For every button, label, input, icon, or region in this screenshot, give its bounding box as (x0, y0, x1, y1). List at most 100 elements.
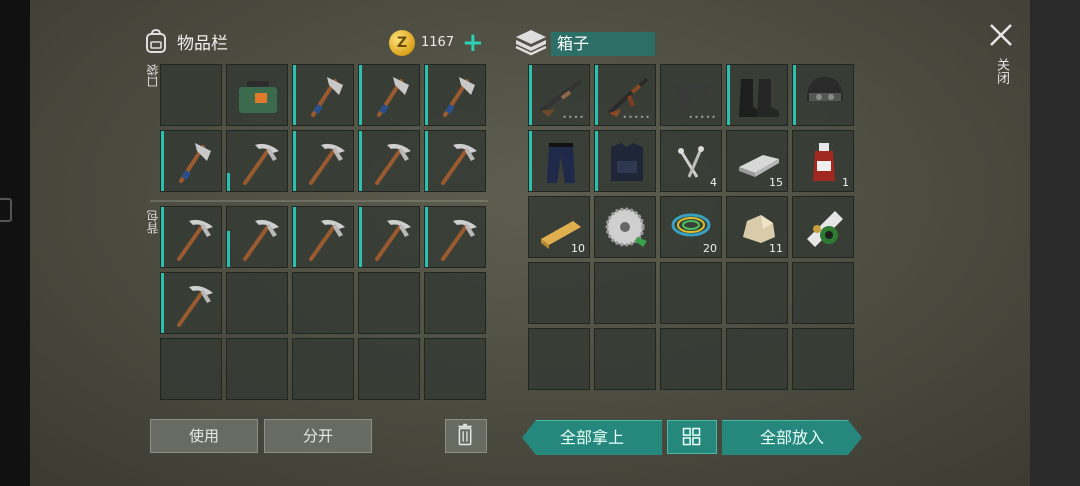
pocket-grid (160, 64, 486, 192)
ammo-crate-icon (239, 81, 277, 113)
take-all-button[interactable]: 全部拿上 (522, 420, 662, 455)
backpack-slot[interactable] (424, 338, 486, 400)
pocket-slot[interactable] (358, 64, 420, 126)
box-slot[interactable]: ••••• (594, 64, 656, 126)
axe-icon (311, 77, 343, 117)
backpack-slot[interactable] (424, 206, 486, 268)
backpack-slot[interactable] (226, 272, 288, 334)
box-slot[interactable] (792, 262, 854, 324)
durability-bar (161, 131, 164, 191)
screen-edge-right (1030, 0, 1080, 486)
box-slot[interactable] (792, 64, 854, 126)
use-button[interactable]: 使用 (150, 419, 258, 453)
box-slot[interactable]: 4 (660, 130, 722, 192)
pocket-slot[interactable] (160, 130, 222, 192)
durability-bar (529, 65, 532, 125)
pocket-slot[interactable] (424, 64, 486, 126)
box-slot[interactable]: 10 (528, 196, 590, 258)
backpack-grid (160, 206, 486, 400)
durability-bar (293, 131, 296, 191)
armor-vest-icon (611, 143, 643, 181)
durability-bar (227, 173, 230, 191)
biohazard-scroll-icon (807, 211, 843, 247)
backpack-slot[interactable] (160, 206, 222, 268)
box-slot[interactable] (594, 262, 656, 324)
box-slot[interactable] (660, 328, 722, 390)
close-icon[interactable] (988, 22, 1014, 48)
close-label[interactable]: 关闭 (992, 58, 1011, 84)
box-slot[interactable]: 15 (726, 130, 788, 192)
pocket-slot[interactable] (226, 64, 288, 126)
box-slot[interactable] (792, 328, 854, 390)
box-slot[interactable] (528, 130, 590, 192)
box-slot[interactable]: ••••• (660, 64, 722, 126)
backpack-slot[interactable] (292, 272, 354, 334)
pickaxe-icon (441, 143, 477, 185)
pocket-slot[interactable] (226, 130, 288, 192)
backpack-slot[interactable] (160, 338, 222, 400)
ammo-dots: •••• (562, 113, 585, 122)
pocket-slot[interactable] (292, 64, 354, 126)
item-count: 10 (571, 242, 585, 255)
box-slot[interactable] (594, 328, 656, 390)
pocket-slot[interactable] (358, 130, 420, 192)
split-button[interactable]: 分开 (264, 419, 372, 453)
box-slot[interactable] (726, 262, 788, 324)
helmet-icon (807, 77, 843, 101)
pocket-slot[interactable] (424, 130, 486, 192)
backpack-slot[interactable] (226, 338, 288, 400)
backpack-slot[interactable] (226, 206, 288, 268)
durability-bar (727, 65, 730, 125)
saw-blade-icon (605, 207, 647, 247)
item-count: 15 (769, 176, 783, 189)
backpack-slot[interactable] (358, 206, 420, 268)
pants-icon (547, 143, 575, 183)
box-slot[interactable] (528, 328, 590, 390)
backpack-slot[interactable] (358, 338, 420, 400)
backpack-slot[interactable] (424, 272, 486, 334)
box-slot[interactable] (594, 130, 656, 192)
grid-icon (682, 427, 701, 446)
backpack-slot[interactable] (292, 206, 354, 268)
pickaxe-icon (441, 219, 477, 261)
box-slot[interactable]: 1 (792, 130, 854, 192)
box-slot[interactable] (726, 328, 788, 390)
pocket-slot[interactable] (160, 64, 222, 126)
durability-bar (359, 207, 362, 267)
box-slot[interactable] (660, 262, 722, 324)
durability-bar (529, 131, 532, 191)
box-slot[interactable] (528, 262, 590, 324)
screen-edge-left (0, 0, 30, 486)
durability-bar (293, 207, 296, 267)
pickaxe-icon (177, 219, 213, 261)
box-grid-viewport: •••• ••••• ••••• 4 15 1 10 20 11 (528, 64, 858, 402)
box-slot[interactable]: •••• (528, 64, 590, 126)
box-slot[interactable] (792, 196, 854, 258)
pickaxe-icon (375, 219, 411, 261)
put-all-button[interactable]: 全部放入 (722, 420, 862, 455)
durability-bar (793, 65, 796, 125)
coin-icon: Z (389, 30, 415, 56)
add-coins-button[interactable]: + (462, 29, 484, 57)
box-slot[interactable]: 11 (726, 196, 788, 258)
durability-bar (161, 273, 164, 333)
backpack-slot[interactable] (292, 338, 354, 400)
trash-button[interactable] (445, 419, 487, 453)
box-title[interactable]: 箱子 (551, 32, 655, 56)
box-slot[interactable] (594, 196, 656, 258)
pocket-slot[interactable] (292, 130, 354, 192)
durability-bar (425, 207, 428, 267)
pocket-label: 口袋 (146, 64, 160, 88)
axe-icon (377, 77, 409, 117)
backpack-slot[interactable] (160, 272, 222, 334)
box-slot[interactable]: 20 (660, 196, 722, 258)
pickaxe-icon (243, 219, 279, 261)
inventory-title: 物品栏 (177, 33, 228, 54)
ammo-dots: ••••• (622, 113, 651, 122)
inventory-header: 物品栏 (143, 28, 228, 54)
trash-icon (458, 423, 472, 446)
backpack-slot[interactable] (358, 272, 420, 334)
sort-button[interactable] (667, 420, 717, 454)
axe-icon (179, 143, 211, 183)
box-slot[interactable] (726, 64, 788, 126)
